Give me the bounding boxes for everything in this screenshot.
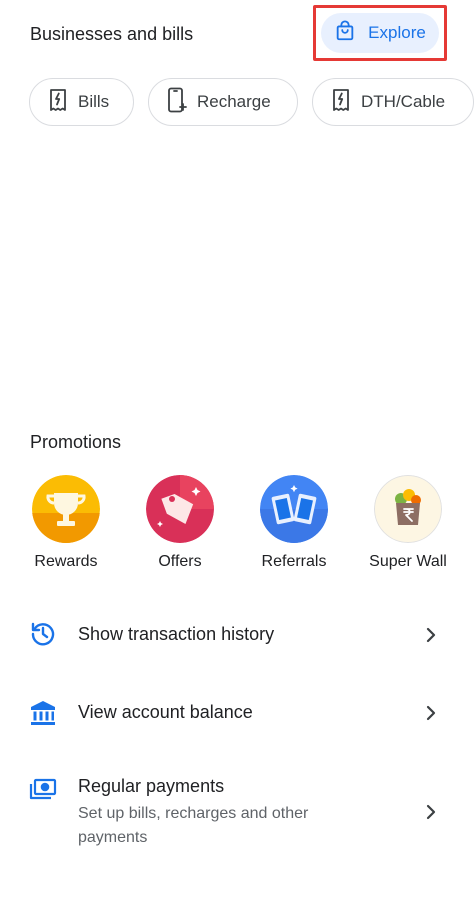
explore-label: Explore <box>368 23 426 42</box>
dth-cable-chip[interactable]: DTH/Cable <box>312 78 474 126</box>
promo-referrals-label: Referrals <box>261 553 327 570</box>
promo-offers[interactable]: Offers <box>125 475 235 571</box>
promo-referrals[interactable]: Referrals <box>239 475 349 571</box>
bill-receipt-icon <box>48 88 68 117</box>
dth-receipt-icon <box>331 88 351 117</box>
chevron-right-icon <box>423 627 439 643</box>
recharge-chip-label: Recharge <box>197 92 271 111</box>
regular-payments-label: Regular payments <box>78 776 225 796</box>
offer-tag-icon <box>146 475 214 543</box>
recharge-chip[interactable]: Recharge <box>148 78 298 126</box>
bank-icon <box>29 699 57 727</box>
explore-highlight: Explore <box>313 5 447 61</box>
promotions-list: Rewards Offers Referrals Super Wall <box>0 475 474 575</box>
regular-payments-subtitle: Set up bills, recharges and other paymen… <box>78 805 309 846</box>
history-icon <box>29 620 57 648</box>
referral-phones-icon <box>260 475 328 543</box>
promo-rewards-label: Rewards <box>34 553 98 570</box>
trophy-icon <box>32 475 100 543</box>
promo-rewards[interactable]: Rewards <box>11 475 121 571</box>
rupee-bag-icon <box>374 475 442 543</box>
transaction-history-row[interactable]: Show transaction history <box>0 610 474 660</box>
account-balance-row[interactable]: View account balance <box>0 688 474 738</box>
explore-button[interactable]: Explore <box>321 13 439 53</box>
account-balance-label: View account balance <box>78 702 253 722</box>
dth-cable-chip-label: DTH/Cable <box>361 92 446 111</box>
chevron-right-icon <box>423 804 439 820</box>
payments-icon <box>29 776 57 804</box>
promotions-title: Promotions <box>30 432 122 452</box>
transaction-history-label: Show transaction history <box>78 624 275 644</box>
chevron-right-icon <box>423 705 439 721</box>
promo-super-wall-label: Super Wall <box>369 553 447 570</box>
promo-super-wall[interactable]: Super Wall <box>353 475 463 571</box>
regular-payments-row[interactable]: Regular payments Set up bills, recharges… <box>0 770 474 860</box>
bills-chip-label: Bills <box>78 92 110 111</box>
bill-chips: Bills Recharge DTH/Cable <box>29 78 474 126</box>
bills-chip[interactable]: Bills <box>29 78 134 126</box>
promo-offers-label: Offers <box>158 553 202 570</box>
phone-recharge-icon <box>167 87 187 118</box>
shopping-bag-icon <box>334 19 356 47</box>
businesses-title: Businesses and bills <box>30 24 194 44</box>
